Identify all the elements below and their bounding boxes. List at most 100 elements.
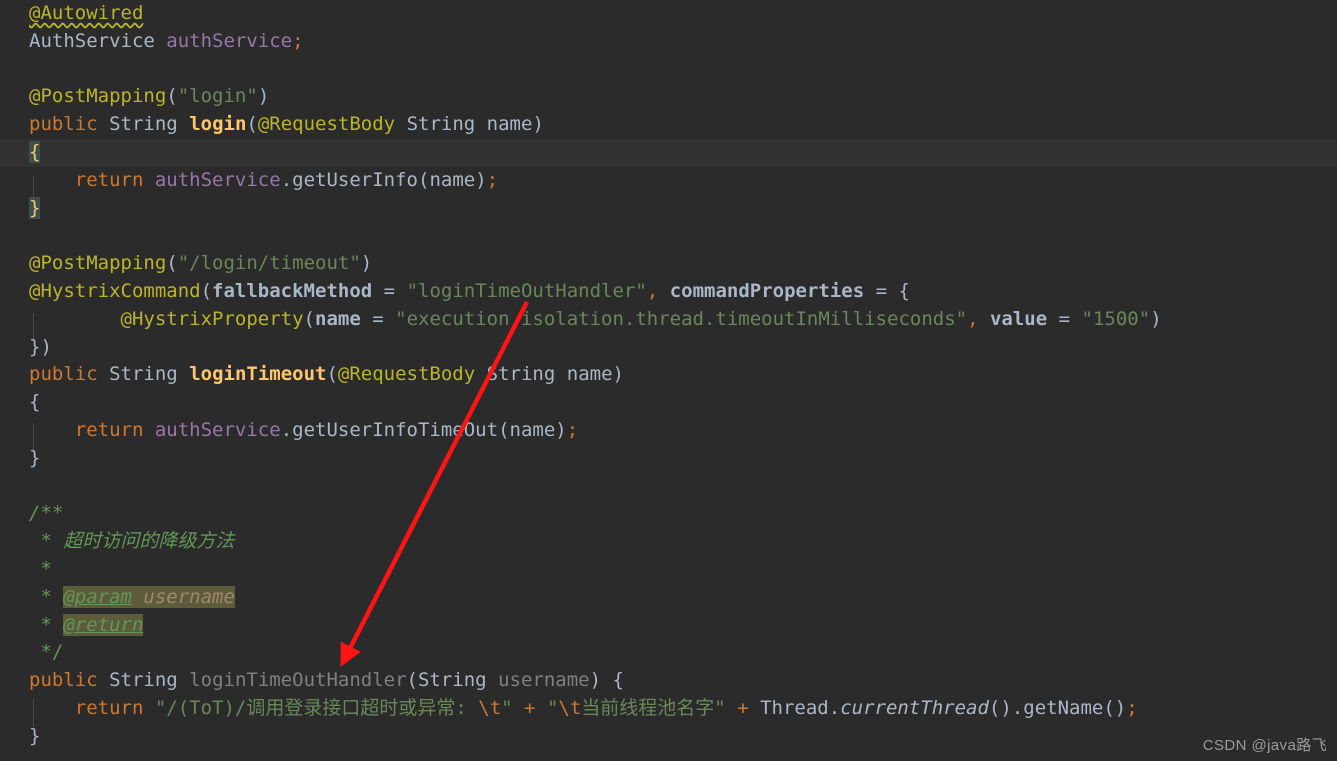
paren-token: ) — [257, 85, 270, 108]
annotation-token: @RequestBody — [257, 113, 396, 136]
type-token: AuthService — [29, 29, 155, 52]
javadoc-line[interactable]: * — [0, 556, 1337, 584]
javadoc-line[interactable]: * @param username — [0, 584, 1337, 612]
string-token: "/login/timeout" — [177, 252, 361, 275]
javadoc-line[interactable]: * 超时访问的降级方法 — [0, 528, 1337, 556]
string-token: 当前线程池名字" — [581, 696, 726, 719]
javadoc-return-tag: @return — [63, 613, 144, 636]
paren-token: ) — [1150, 307, 1162, 330]
paren-token: () — [988, 696, 1012, 719]
javadoc-line[interactable]: * @return — [0, 612, 1337, 640]
semicolon-token: ; — [566, 418, 579, 441]
type-token: String — [109, 363, 178, 386]
comment-token: 超时访问的降级方法 — [63, 530, 235, 553]
code-editor[interactable]: @Autowired AuthService authService; @Pos… — [0, 0, 1337, 761]
paren-token: ) — [555, 418, 567, 441]
method-call-token: getName — [1023, 696, 1104, 719]
string-token: "loginTimeOutHandler" — [406, 279, 647, 302]
annotation-token: @PostMapping — [29, 252, 167, 275]
comma-token: , — [646, 279, 659, 302]
paren-token: ) — [589, 669, 602, 692]
field-token: authService — [154, 418, 281, 441]
code-line[interactable]: public String loginTimeOutHandler(String… — [0, 667, 1337, 695]
code-line[interactable]: } — [0, 195, 1337, 223]
code-line[interactable]: }) — [0, 334, 1337, 362]
paren-token: ( — [166, 85, 178, 108]
paren-token: ( — [406, 669, 418, 692]
brace-token: { — [898, 279, 910, 302]
string-token: " — [546, 696, 559, 719]
annotation-token: @Autowired — [29, 2, 144, 24]
field-token: authService — [166, 29, 293, 52]
equals-token: = — [1058, 307, 1071, 330]
javadoc-param-value: username — [143, 585, 235, 608]
code-line[interactable]: return authService.getUserInfo(name); — [0, 167, 1337, 195]
param-token: name — [486, 113, 533, 136]
annotation-token: @HystrixProperty — [120, 307, 304, 330]
javadoc-line[interactable]: /** — [0, 500, 1337, 528]
attr-name-token: name — [315, 307, 361, 330]
type-token: String — [109, 113, 178, 136]
comment-star-token: * — [29, 530, 64, 553]
code-line-current[interactable]: { — [0, 138, 1337, 167]
method-name-token: loginTimeout — [189, 363, 327, 386]
code-line-blank[interactable] — [0, 222, 1337, 250]
type-token: String — [109, 669, 178, 692]
keyword-token: public — [29, 363, 98, 386]
javadoc-param-tag: @param — [63, 585, 132, 608]
paren-token: ) — [612, 363, 624, 386]
keyword-token: public — [29, 669, 98, 692]
equals-token: = — [875, 279, 888, 302]
code-line[interactable]: { — [0, 389, 1337, 417]
arg-token: name — [429, 168, 476, 191]
code-line-blank[interactable] — [0, 473, 1337, 501]
dot-token: . — [280, 168, 293, 191]
semicolon-token: ; — [292, 29, 304, 52]
brace-token: } — [29, 196, 41, 219]
javadoc-tag-space — [131, 585, 144, 608]
paren-token: ( — [326, 363, 338, 386]
type-token: String — [406, 113, 476, 136]
code-line[interactable]: @Autowired — [0, 0, 1337, 28]
dot-token: . — [1011, 696, 1024, 719]
code-line-blank[interactable] — [0, 56, 1337, 84]
brace-token: { — [29, 391, 41, 414]
comment-star-token: * — [29, 585, 64, 608]
code-line[interactable]: public String login(@RequestBody String … — [0, 111, 1337, 139]
annotation-token: @RequestBody — [337, 363, 476, 386]
javadoc-line[interactable]: */ — [0, 639, 1337, 667]
method-name-token: loginTimeOutHandler — [189, 669, 407, 692]
watermark: CSDN @java路飞 — [1202, 737, 1327, 754]
comment-token: */ — [29, 641, 64, 664]
method-call-token: getUserInfoTimeOut — [292, 418, 499, 441]
escape-token: \t — [558, 696, 582, 719]
code-line[interactable]: } — [0, 723, 1337, 751]
code-line[interactable]: AuthService authService; — [0, 28, 1337, 56]
string-token: "/(ToT)/调用登录接口超时或异常: — [154, 696, 479, 719]
paren-token: ) — [532, 113, 544, 136]
plus-token: + — [737, 696, 749, 719]
attr-name-token: value — [989, 307, 1048, 330]
brace-token: { — [612, 669, 624, 692]
param-token: username — [498, 669, 590, 692]
paren-token: ( — [166, 252, 178, 275]
escape-token: \t — [478, 696, 502, 719]
annotation-token: @HystrixCommand — [29, 279, 201, 302]
type-token: String — [417, 669, 487, 692]
code-line[interactable]: @HystrixCommand(fallbackMethod = "loginT… — [0, 278, 1337, 306]
paren-token: ( — [200, 279, 213, 302]
code-line[interactable]: @PostMapping("/login/timeout") — [0, 250, 1337, 278]
dot-token: . — [828, 696, 841, 719]
code-line[interactable]: @PostMapping("login") — [0, 83, 1337, 111]
code-line[interactable]: } — [0, 445, 1337, 473]
dot-token: . — [280, 418, 293, 441]
code-line[interactable]: @HystrixProperty(name = "execution.isola… — [0, 306, 1337, 334]
code-line[interactable]: return "/(ToT)/调用登录接口超时或异常: \t" + "\t当前线… — [0, 695, 1337, 723]
type-token: String — [486, 363, 556, 386]
class-token: Thread — [760, 696, 829, 719]
code-line[interactable]: return authService.getUserInfoTimeOut(na… — [0, 417, 1337, 445]
comma-token: , — [967, 307, 979, 330]
string-token: "execution.isolation.thread.timeoutInMil… — [395, 307, 968, 330]
code-line[interactable]: public String loginTimeout(@RequestBody … — [0, 361, 1337, 389]
attr-name-token: fallbackMethod — [212, 279, 373, 302]
